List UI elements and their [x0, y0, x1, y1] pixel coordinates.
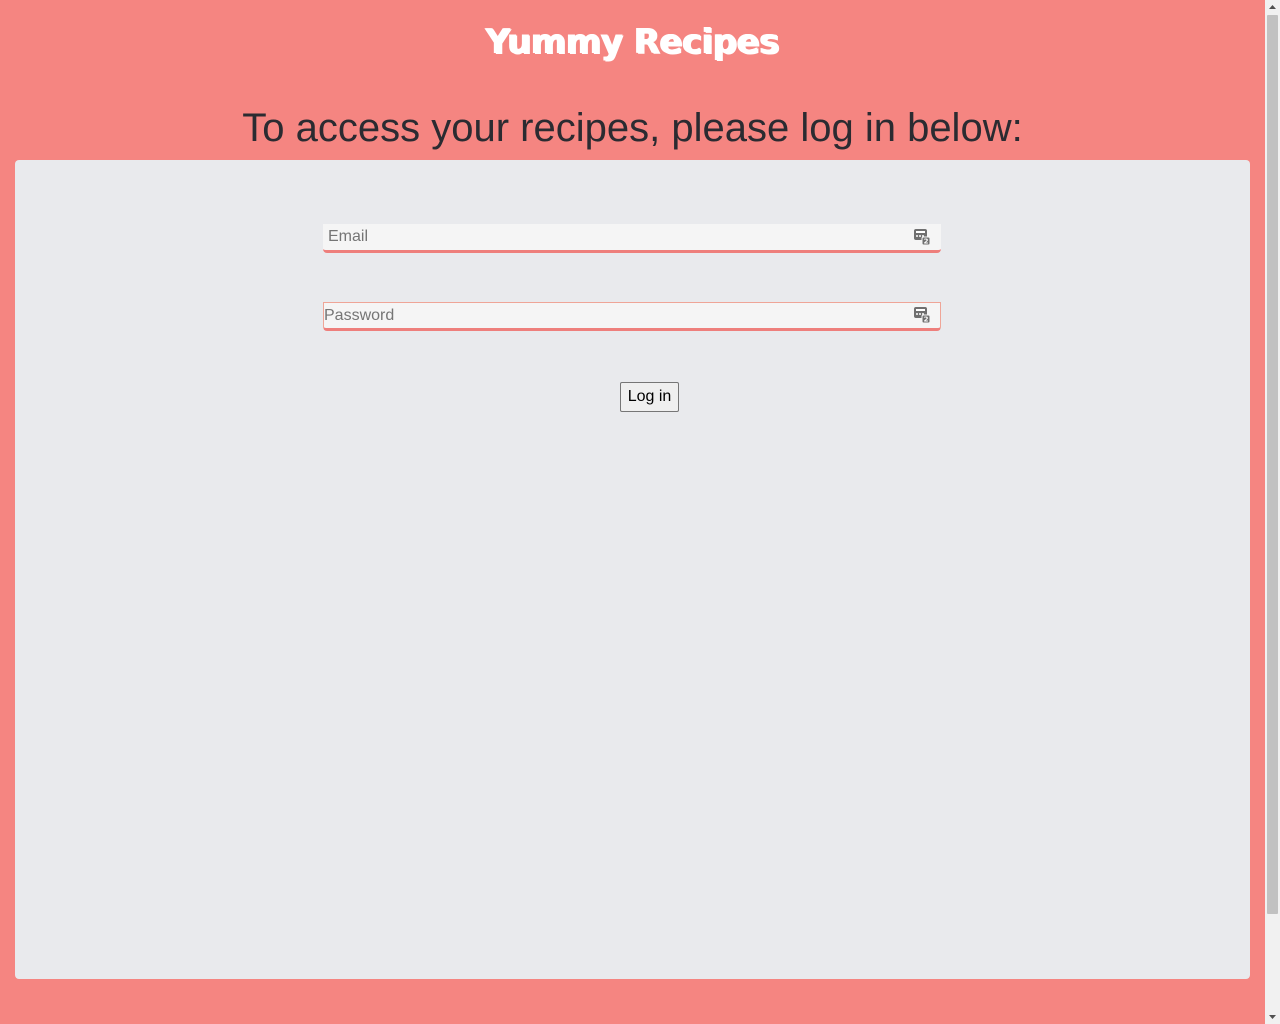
- site-title: Yummy Recipes: [485, 22, 780, 62]
- email-input[interactable]: [328, 224, 903, 250]
- password-manager-icon[interactable]: 2: [913, 306, 931, 324]
- scroll-down-arrow-icon[interactable]: [1265, 1009, 1280, 1024]
- login-button[interactable]: Log in: [620, 382, 679, 412]
- page: Yummy Recipes To access your recipes, pl…: [0, 0, 1265, 1024]
- vertical-scrollbar[interactable]: [1265, 0, 1280, 1024]
- email-field-container: 2: [323, 224, 941, 253]
- login-panel: 2 2 Log in: [15, 160, 1250, 979]
- password-manager-icon[interactable]: 2: [913, 228, 931, 246]
- password-field-container: 2: [323, 302, 941, 331]
- password-input[interactable]: [324, 303, 899, 329]
- page-heading: To access your recipes, please log in be…: [242, 106, 1023, 150]
- svg-text:2: 2: [924, 316, 929, 324]
- scrollbar-thumb[interactable]: [1267, 15, 1278, 914]
- svg-text:2: 2: [924, 238, 929, 246]
- scroll-up-arrow-icon[interactable]: [1265, 0, 1280, 15]
